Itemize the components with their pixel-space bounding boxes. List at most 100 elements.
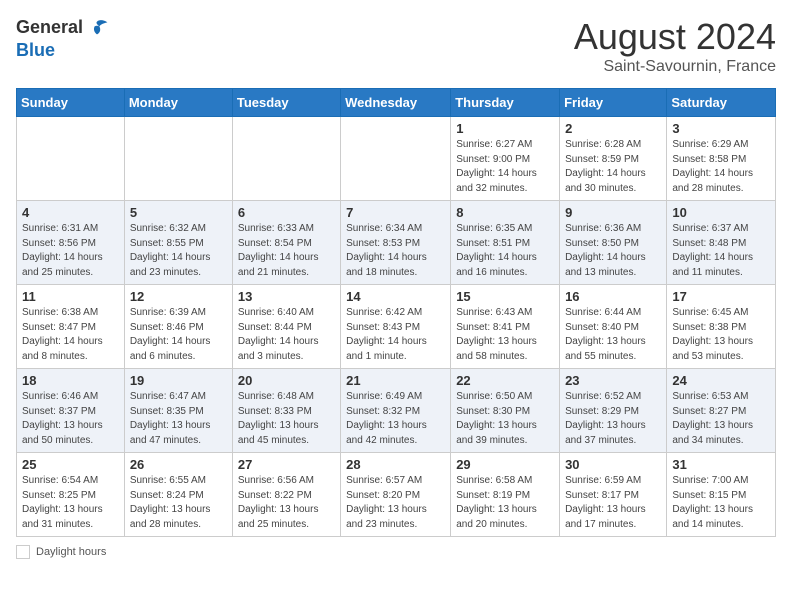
month-year-title: August 2024 — [574, 16, 776, 58]
day-number: 6 — [238, 205, 335, 220]
table-cell: 17 Sunrise: 6:45 AM Sunset: 8:38 PM Dayli… — [667, 285, 776, 369]
table-cell — [17, 117, 125, 201]
calendar-week-1: 1 Sunrise: 6:27 AM Sunset: 9:00 PM Daylig… — [17, 117, 776, 201]
table-cell: 30 Sunrise: 6:59 AM Sunset: 8:17 PM Dayli… — [560, 453, 667, 537]
table-cell: 19 Sunrise: 6:47 AM Sunset: 8:35 PM Dayli… — [124, 369, 232, 453]
day-info: Sunrise: 6:48 AM Sunset: 8:33 PM Dayligh… — [238, 390, 335, 448]
day-info: Sunrise: 6:39 AM Sunset: 8:46 PM Dayligh… — [130, 306, 227, 364]
table-cell: 24 Sunrise: 6:53 AM Sunset: 8:27 PM Dayli… — [667, 369, 776, 453]
table-cell: 31Sunrise: 7:00 AM Sunset: 8:15 PM Dayli… — [667, 453, 776, 537]
day-info: Sunrise: 6:42 AM Sunset: 8:43 PM Dayligh… — [346, 306, 445, 364]
calendar-table: Sunday Monday Tuesday Wednesday Thursday… — [16, 88, 776, 537]
table-cell: 6Sunrise: 6:33 AM Sunset: 8:54 PM Daylig… — [232, 201, 340, 285]
day-info: Sunrise: 6:38 AM Sunset: 8:47 PM Dayligh… — [22, 306, 119, 364]
day-info: Sunrise: 6:50 AM Sunset: 8:30 PM Dayligh… — [456, 390, 554, 448]
table-cell: 14 Sunrise: 6:42 AM Sunset: 8:43 PM Dayli… — [341, 285, 451, 369]
day-info: Sunrise: 6:53 AM Sunset: 8:27 PM Dayligh… — [672, 390, 770, 448]
table-cell: 1 Sunrise: 6:27 AM Sunset: 9:00 PM Daylig… — [451, 117, 560, 201]
header: General Blue August 2024 Saint-Savournin… — [16, 16, 776, 76]
table-cell: 12 Sunrise: 6:39 AM Sunset: 8:46 PM Dayli… — [124, 285, 232, 369]
day-number: 16 — [565, 289, 661, 304]
table-cell — [232, 117, 340, 201]
table-cell: 8 Sunrise: 6:35 AM Sunset: 8:51 PM Daylig… — [451, 201, 560, 285]
day-number: 20 — [238, 373, 335, 388]
table-cell: 27Sunrise: 6:56 AM Sunset: 8:22 PM Dayli… — [232, 453, 340, 537]
day-info: Sunrise: 6:34 AM Sunset: 8:53 PM Dayligh… — [346, 222, 445, 280]
legend-label: Daylight hours — [36, 546, 106, 558]
day-number: 27 — [238, 457, 335, 472]
day-info: Sunrise: 6:27 AM Sunset: 9:00 PM Dayligh… — [456, 138, 554, 196]
col-saturday: Saturday — [667, 89, 776, 117]
table-cell: 4Sunrise: 6:31 AM Sunset: 8:56 PM Daylig… — [17, 201, 125, 285]
day-info: Sunrise: 6:54 AM Sunset: 8:25 PM Dayligh… — [22, 474, 119, 532]
day-number: 13 — [238, 289, 335, 304]
logo-bird-icon — [85, 16, 109, 40]
col-monday: Monday — [124, 89, 232, 117]
day-info: Sunrise: 6:37 AM Sunset: 8:48 PM Dayligh… — [672, 222, 770, 280]
day-number: 10 — [672, 205, 770, 220]
table-cell: 13 Sunrise: 6:40 AM Sunset: 8:44 PM Dayli… — [232, 285, 340, 369]
day-number: 3 — [672, 121, 770, 136]
day-info: Sunrise: 6:47 AM Sunset: 8:35 PM Dayligh… — [130, 390, 227, 448]
day-info: Sunrise: 6:32 AM Sunset: 8:55 PM Dayligh… — [130, 222, 227, 280]
day-info: Sunrise: 6:46 AM Sunset: 8:37 PM Dayligh… — [22, 390, 119, 448]
day-info: Sunrise: 7:00 AM Sunset: 8:15 PM Dayligh… — [672, 474, 770, 532]
day-number: 30 — [565, 457, 661, 472]
table-cell: 18 Sunrise: 6:46 AM Sunset: 8:37 PM Dayli… — [17, 369, 125, 453]
day-number: 9 — [565, 205, 661, 220]
col-tuesday: Tuesday — [232, 89, 340, 117]
calendar-week-3: 11 Sunrise: 6:38 AM Sunset: 8:47 PM Dayli… — [17, 285, 776, 369]
day-number: 11 — [22, 289, 119, 304]
table-cell: 29Sunrise: 6:58 AM Sunset: 8:19 PM Dayli… — [451, 453, 560, 537]
day-info: Sunrise: 6:28 AM Sunset: 8:59 PM Dayligh… — [565, 138, 661, 196]
day-number: 2 — [565, 121, 661, 136]
day-number: 21 — [346, 373, 445, 388]
day-info: Sunrise: 6:35 AM Sunset: 8:51 PM Dayligh… — [456, 222, 554, 280]
day-info: Sunrise: 6:29 AM Sunset: 8:58 PM Dayligh… — [672, 138, 770, 196]
logo-blue-text: Blue — [16, 40, 109, 62]
day-number: 7 — [346, 205, 445, 220]
table-cell: 16Sunrise: 6:44 AM Sunset: 8:40 PM Dayli… — [560, 285, 667, 369]
day-number: 28 — [346, 457, 445, 472]
calendar-week-4: 18 Sunrise: 6:46 AM Sunset: 8:37 PM Dayli… — [17, 369, 776, 453]
day-info: Sunrise: 6:57 AM Sunset: 8:20 PM Dayligh… — [346, 474, 445, 532]
table-cell: 7 Sunrise: 6:34 AM Sunset: 8:53 PM Daylig… — [341, 201, 451, 285]
day-info: Sunrise: 6:40 AM Sunset: 8:44 PM Dayligh… — [238, 306, 335, 364]
day-number: 17 — [672, 289, 770, 304]
table-cell: 9Sunrise: 6:36 AM Sunset: 8:50 PM Daylig… — [560, 201, 667, 285]
table-cell: 20 Sunrise: 6:48 AM Sunset: 8:33 PM Dayli… — [232, 369, 340, 453]
table-cell: 15Sunrise: 6:43 AM Sunset: 8:41 PM Dayli… — [451, 285, 560, 369]
day-number: 14 — [346, 289, 445, 304]
day-info: Sunrise: 6:59 AM Sunset: 8:17 PM Dayligh… — [565, 474, 661, 532]
day-number: 18 — [22, 373, 119, 388]
legend-box — [16, 545, 30, 559]
day-number: 24 — [672, 373, 770, 388]
day-number: 15 — [456, 289, 554, 304]
col-friday: Friday — [560, 89, 667, 117]
day-number: 8 — [456, 205, 554, 220]
day-number: 1 — [456, 121, 554, 136]
day-number: 23 — [565, 373, 661, 388]
table-cell: 25Sunrise: 6:54 AM Sunset: 8:25 PM Dayli… — [17, 453, 125, 537]
table-cell: 22Sunrise: 6:50 AM Sunset: 8:30 PM Dayli… — [451, 369, 560, 453]
legend: Daylight hours — [16, 545, 776, 559]
location-subtitle: Saint-Savournin, France — [574, 58, 776, 76]
day-info: Sunrise: 6:58 AM Sunset: 8:19 PM Dayligh… — [456, 474, 554, 532]
calendar-week-2: 4Sunrise: 6:31 AM Sunset: 8:56 PM Daylig… — [17, 201, 776, 285]
table-cell — [124, 117, 232, 201]
calendar-week-5: 25Sunrise: 6:54 AM Sunset: 8:25 PM Dayli… — [17, 453, 776, 537]
day-number: 19 — [130, 373, 227, 388]
table-cell: 23 Sunrise: 6:52 AM Sunset: 8:29 PM Dayli… — [560, 369, 667, 453]
day-number: 12 — [130, 289, 227, 304]
day-info: Sunrise: 6:31 AM Sunset: 8:56 PM Dayligh… — [22, 222, 119, 280]
page: General Blue August 2024 Saint-Savournin… — [0, 0, 792, 575]
day-info: Sunrise: 6:45 AM Sunset: 8:38 PM Dayligh… — [672, 306, 770, 364]
day-info: Sunrise: 6:52 AM Sunset: 8:29 PM Dayligh… — [565, 390, 661, 448]
table-cell: 21Sunrise: 6:49 AM Sunset: 8:32 PM Dayli… — [341, 369, 451, 453]
day-info: Sunrise: 6:55 AM Sunset: 8:24 PM Dayligh… — [130, 474, 227, 532]
table-cell: 10 Sunrise: 6:37 AM Sunset: 8:48 PM Dayli… — [667, 201, 776, 285]
title-area: August 2024 Saint-Savournin, France — [574, 16, 776, 76]
calendar-header-row: Sunday Monday Tuesday Wednesday Thursday… — [17, 89, 776, 117]
col-thursday: Thursday — [451, 89, 560, 117]
table-cell — [341, 117, 451, 201]
